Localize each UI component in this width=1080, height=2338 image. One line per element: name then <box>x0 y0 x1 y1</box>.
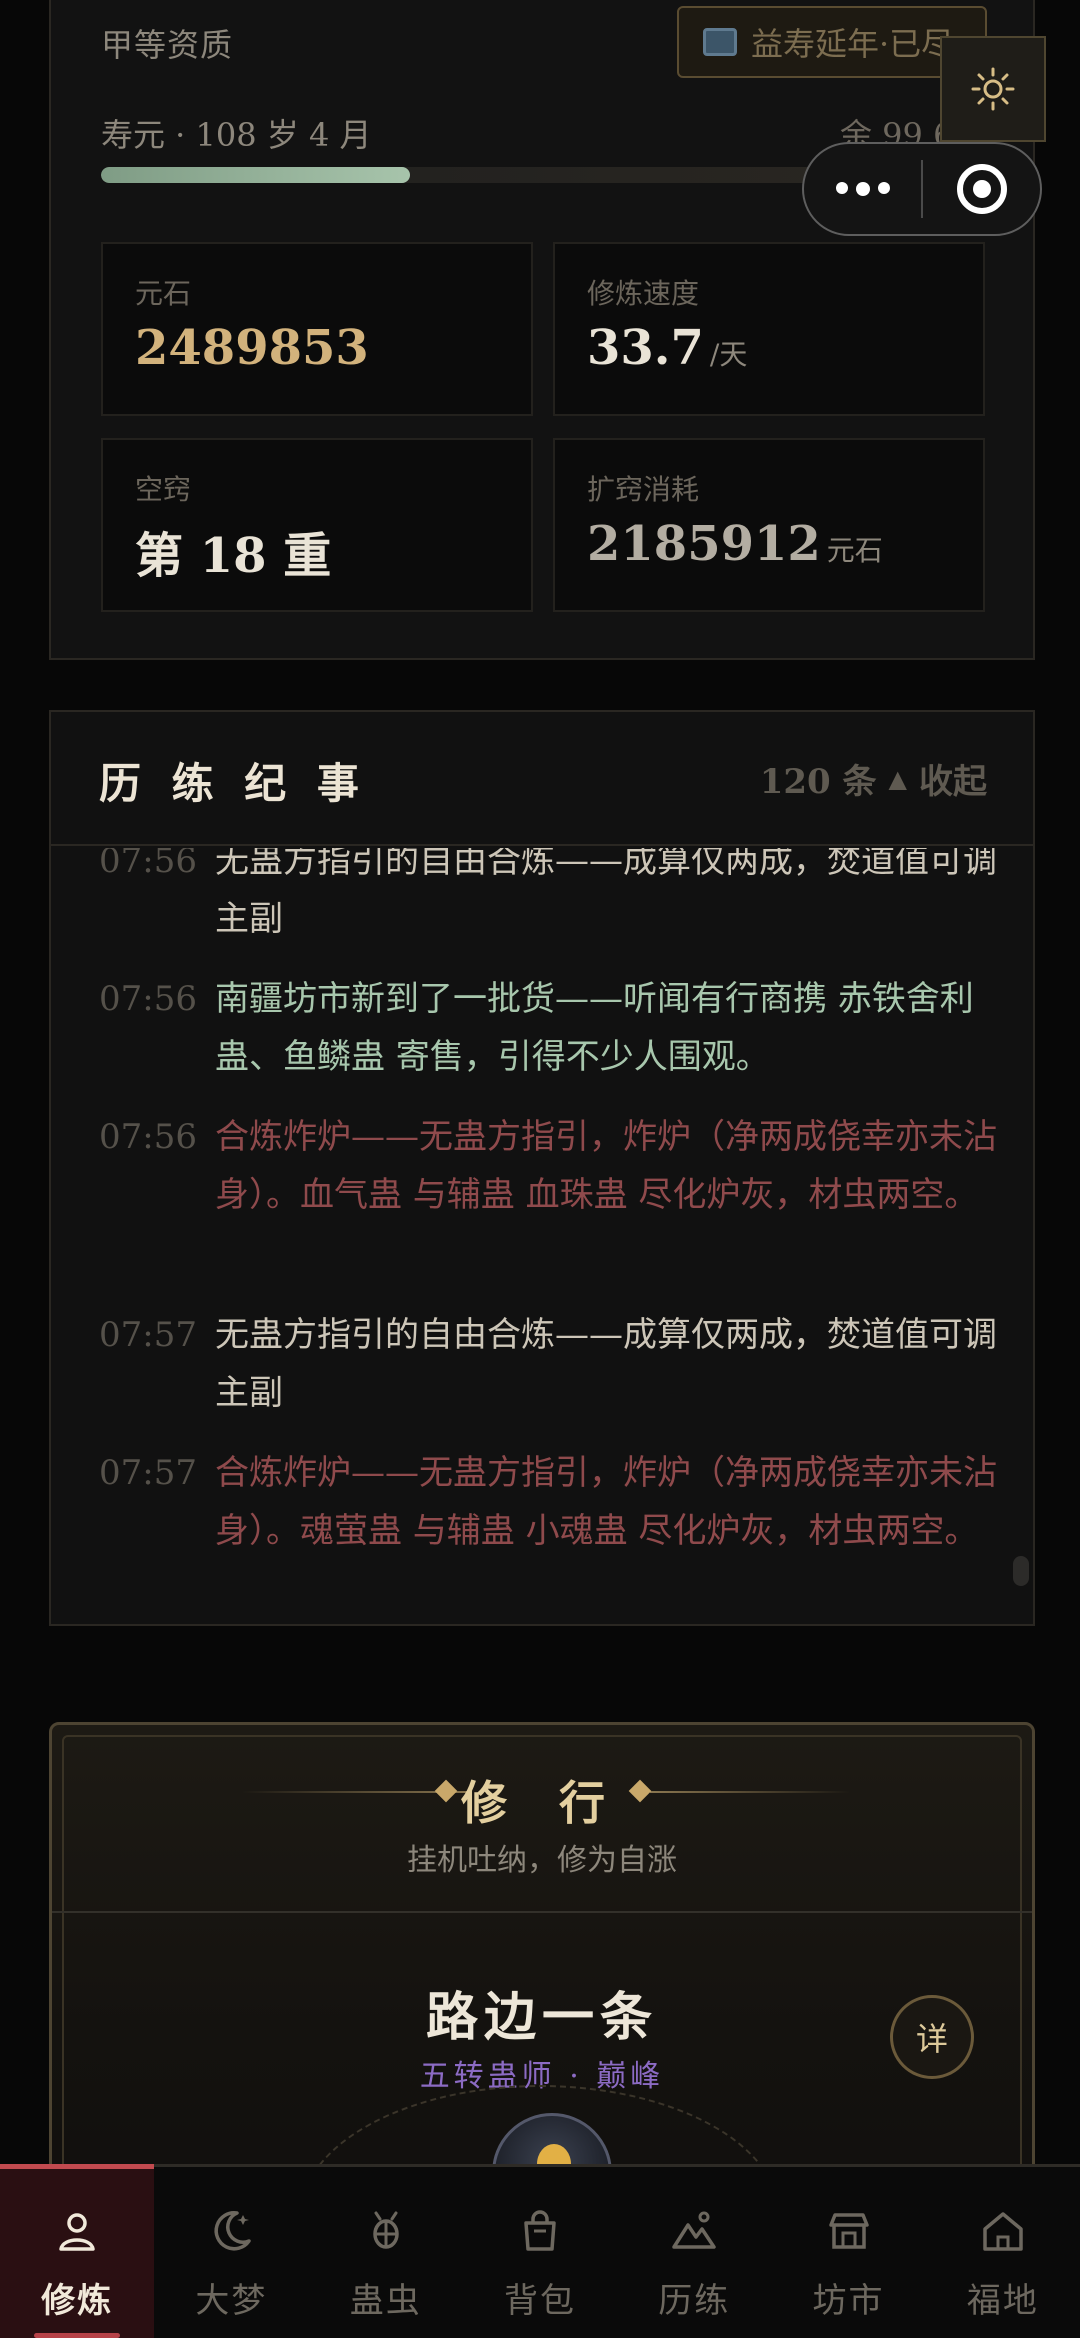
mountain-icon <box>666 2203 722 2259</box>
stat-aperture: 空窍 第 18 重 <box>101 438 533 612</box>
nav-label: 历练 <box>658 2281 731 2321</box>
nav-item-dream[interactable]: 大梦 <box>154 2167 308 2338</box>
log-header: 历 练 纪 事 120 条 ▲ 收起 <box>51 712 1033 846</box>
log-text: 合炼炸炉——无蛊方指引，炸炉（净两成侥幸亦未沾身）。魂萤蛊 与辅蛊 小魂蛊 尽化… <box>215 1453 997 1551</box>
nav-item-blessed-land[interactable]: 福地 <box>926 2167 1080 2338</box>
lifespan-label: 寿元 · 108 岁 4 月 <box>101 116 372 154</box>
mini-program-capsule <box>802 142 1042 236</box>
stat-spirit-stones: 元石 2489853 <box>101 242 533 416</box>
log-time: 07:56 <box>99 1117 197 1157</box>
log-time: 07:57 <box>99 1453 197 1493</box>
stat-unit: /天 <box>709 338 748 371</box>
log-panel: 历 练 纪 事 120 条 ▲ 收起 07:56 无蛊方指引的自由合炼——成算仅… <box>49 710 1035 1626</box>
stat-value: 2489853 <box>135 320 369 376</box>
cultivation-title-row: 修 行 <box>52 1763 1032 1830</box>
log-time: 07:57 <box>99 1315 197 1355</box>
cultivation-title: 修 行 <box>460 1776 623 1830</box>
log-entry: 07:56 南疆坊市新到了一批货——听闻有行商携 赤铁舍利蛊、鱼鳞蛊 寄售，引得… <box>99 970 999 1086</box>
nav-label: 大梦 <box>195 2281 268 2321</box>
bag-icon <box>512 2203 568 2259</box>
log-time: 07:56 <box>99 979 197 1019</box>
log-entry: 07:57 合炼炸炉——无蛊方指引，炸炉（净两成侥幸亦未沾身）。魂萤蛊 与辅蛊 … <box>99 1444 999 1560</box>
stat-unit: 元石 <box>826 534 883 567</box>
stat-label: 元石 <box>135 277 192 310</box>
log-scrollbar[interactable] <box>1013 1556 1029 1586</box>
nav-item-gu-insects[interactable]: 蛊虫 <box>309 2167 463 2338</box>
log-text: 南疆坊市新到了一批货——听闻有行商携 赤铁舍利蛊、鱼鳞蛊 寄售，引得不少人围观。 <box>215 979 974 1077</box>
moon-icon <box>203 2203 259 2259</box>
nav-label: 福地 <box>966 2281 1039 2321</box>
collapse-arrow-icon: ▲ <box>888 764 907 793</box>
log-text: 无蛊方指引的自由合炼——成算仅两成，焚道值可调主副 <box>215 848 997 939</box>
log-list[interactable]: 07:56 无蛊方指引的自由合炼——成算仅两成，焚道值可调主副 07:56 南疆… <box>51 848 1033 1624</box>
stat-label: 修炼速度 <box>587 277 700 310</box>
nav-label: 背包 <box>503 2281 576 2321</box>
stat-expansion-cost: 扩窍消耗 2185912 元石 <box>553 438 985 612</box>
log-count: 120 条 <box>759 762 877 802</box>
log-text: 无蛊方指引的自由合炼——成算仅两成，焚道值可调主副 <box>215 1315 997 1413</box>
log-title: 历 练 纪 事 <box>99 759 367 808</box>
log-entry: 07:56 合炼炸炉——无蛊方指引，炸炉（净两成侥幸亦未沾身）。血气蛊 与辅蛊 … <box>99 1108 999 1224</box>
log-collapse-toggle[interactable]: 120 条 ▲ 收起 <box>760 754 987 803</box>
stat-value: 2185912 元石 <box>587 516 883 572</box>
close-target-button[interactable] <box>923 164 1040 214</box>
nav-label: 蛊虫 <box>349 2281 422 2321</box>
log-entry: 07:56 无蛊方指引的自由合炼——成算仅两成，焚道值可调主副 <box>99 848 999 948</box>
settings-button[interactable] <box>940 36 1046 142</box>
cultivation-subtitle: 挂机吐纳，修为自涨 <box>407 1843 677 1878</box>
nav-label: 坊市 <box>812 2281 885 2321</box>
log-time: 07:56 <box>99 848 197 881</box>
stat-value: 33.7/天 <box>587 320 748 376</box>
cultivator-name: 路边一条 <box>425 1987 658 2048</box>
log-text: 合炼炸炉——无蛊方指引，炸炉（净两成侥幸亦未沾身）。血气蛊 与辅蛊 血珠蛊 尽化… <box>215 1117 997 1215</box>
nav-item-backpack[interactable]: 背包 <box>463 2167 617 2338</box>
shop-icon <box>821 2203 877 2259</box>
divider <box>52 1911 1032 1913</box>
sun-gear-icon <box>971 67 1015 111</box>
bug-icon <box>358 2203 414 2259</box>
nav-label: 修炼 <box>41 2281 114 2321</box>
tv-icon <box>703 28 737 56</box>
collapse-label: 收起 <box>919 762 987 802</box>
target-icon <box>956 164 1007 214</box>
status-card: 甲等资质 益寿延年·已尽 寿元 · 108 岁 4 月 余 99.6 元石 24… <box>49 0 1035 660</box>
home-icon <box>975 2203 1031 2259</box>
log-entry: 07:57 无蛊方指引的自由合炼——成算仅两成，焚道值可调主副 <box>99 1306 999 1422</box>
nav-item-market[interactable]: 坊市 <box>771 2167 925 2338</box>
nav-item-cultivate[interactable]: 修炼 <box>0 2164 155 2338</box>
stat-cultivation-speed: 修炼速度 33.7/天 <box>553 242 985 416</box>
boon-button-label: 益寿延年·已尽 <box>751 25 954 63</box>
stat-label: 扩窍消耗 <box>587 473 700 506</box>
aptitude-label: 甲等资质 <box>101 26 234 64</box>
bottom-nav: 修炼 大梦 蛊虫 背包 历练 坊市 福地 <box>0 2164 1080 2338</box>
nav-item-adventure[interactable]: 历练 <box>617 2167 771 2338</box>
more-dots-icon[interactable] <box>804 182 921 196</box>
stat-value: 第 18 重 <box>135 528 332 584</box>
stat-label: 空窍 <box>135 473 192 506</box>
lifespan-progress-fill <box>101 167 411 183</box>
detail-button[interactable]: 详 <box>890 1995 974 2079</box>
person-icon <box>49 2203 105 2259</box>
